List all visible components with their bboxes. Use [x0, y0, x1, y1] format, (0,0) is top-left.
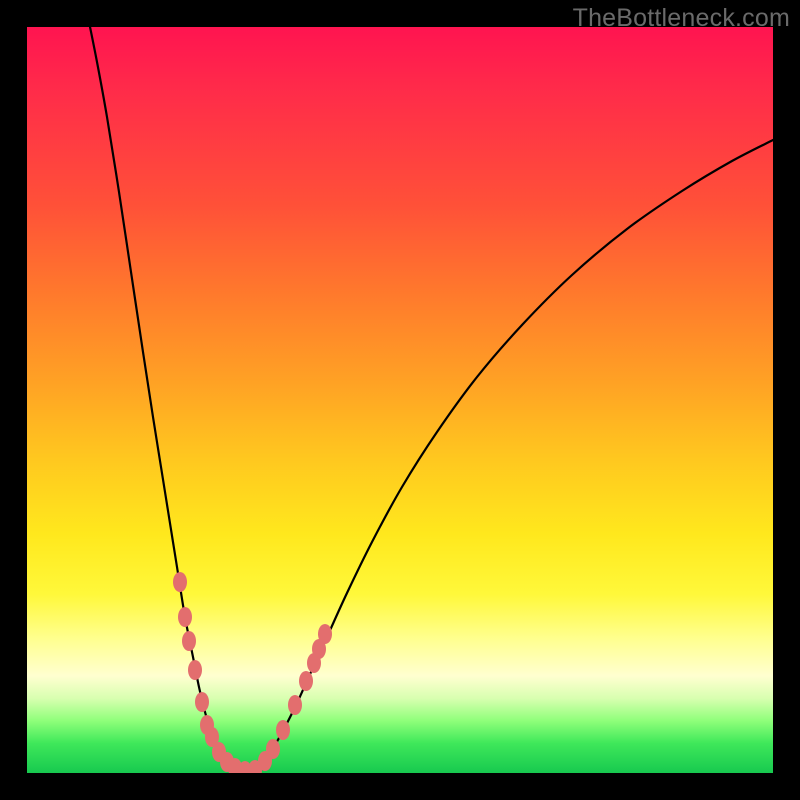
data-marker: [188, 660, 202, 680]
data-marker: [173, 572, 187, 592]
data-marker: [195, 692, 209, 712]
chart-frame: TheBottleneck.com: [0, 0, 800, 800]
data-marker: [182, 631, 196, 651]
data-marker: [288, 695, 302, 715]
data-marker: [318, 624, 332, 644]
data-marker: [299, 671, 313, 691]
chart-svg: [27, 27, 773, 773]
curve-right-branch: [247, 140, 773, 772]
data-marker: [276, 720, 290, 740]
watermark-text: TheBottleneck.com: [573, 4, 790, 33]
curve-left-branch: [88, 27, 247, 772]
marker-group: [173, 572, 332, 773]
data-marker: [178, 607, 192, 627]
data-marker: [266, 739, 280, 759]
plot-area: [27, 27, 773, 773]
